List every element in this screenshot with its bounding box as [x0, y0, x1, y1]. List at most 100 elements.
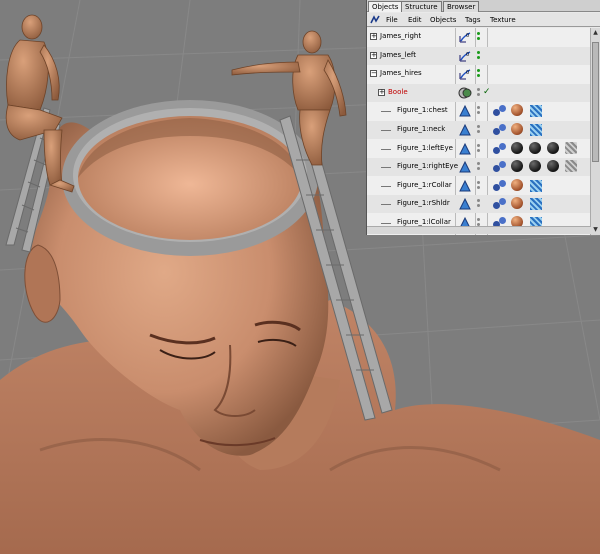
visibility-dot-icon[interactable]	[477, 74, 480, 78]
phong-icon[interactable]	[493, 160, 507, 174]
visibility-dot-icon[interactable]	[477, 50, 480, 54]
polygon-icon[interactable]	[458, 104, 472, 118]
object-name[interactable]: Figure_1:rightEye	[397, 161, 458, 171]
bone-icon[interactable]: 0	[458, 49, 472, 63]
menu-objects[interactable]: Objects	[430, 15, 456, 25]
uvw-icon[interactable]	[529, 123, 543, 137]
tree-row[interactable]: Figure_1:neck	[367, 121, 600, 139]
material-striped-icon[interactable]	[565, 160, 579, 174]
menu-edit[interactable]: Edit	[408, 15, 422, 25]
menu-file[interactable]: File	[386, 15, 398, 25]
tree-row[interactable]: + James_left 0	[367, 46, 600, 65]
vertical-scrollbar[interactable]: ▲ ▼	[590, 28, 600, 235]
scroll-down-icon[interactable]: ▼	[591, 225, 600, 235]
visibility-dots[interactable]	[477, 180, 480, 191]
tab-browser[interactable]: Browser	[443, 1, 480, 12]
material-orange-icon[interactable]	[511, 104, 525, 118]
visibility-dot-icon[interactable]	[477, 106, 480, 110]
uvw-icon[interactable]	[529, 104, 543, 118]
visibility-dot-icon[interactable]	[477, 162, 480, 166]
object-name[interactable]: Figure_1:neck	[397, 124, 445, 134]
uvw-icon[interactable]	[529, 179, 543, 193]
polygon-icon[interactable]	[458, 142, 472, 156]
material-orange-icon[interactable]	[511, 178, 525, 193]
visibility-dot-icon[interactable]	[477, 32, 480, 35]
material-dark-icon[interactable]	[529, 141, 543, 156]
scroll-thumb[interactable]	[592, 42, 599, 162]
object-name[interactable]: Figure_1:rShldr	[397, 198, 450, 208]
tree-row[interactable]: Figure_1:rShldr	[367, 195, 600, 214]
tree-row[interactable]: Figure_1:rCollar	[367, 177, 600, 195]
polygon-icon[interactable]	[458, 179, 472, 193]
material-orange-icon[interactable]	[511, 197, 525, 211]
visibility-dot-icon[interactable]	[477, 37, 480, 40]
visibility-dot-icon[interactable]	[477, 55, 480, 59]
material-dark-icon[interactable]	[547, 160, 561, 174]
material-dark-icon[interactable]	[547, 141, 561, 156]
visibility-dot-icon[interactable]	[477, 125, 480, 128]
object-name[interactable]: Boole	[388, 87, 408, 97]
visibility-dot-icon[interactable]	[477, 199, 480, 203]
menu-tags[interactable]: Tags	[465, 15, 481, 25]
material-dark-icon[interactable]	[511, 141, 525, 156]
phong-icon[interactable]	[493, 179, 507, 193]
menu-texture[interactable]: Texture	[490, 15, 516, 25]
visibility-dot-icon[interactable]	[477, 185, 480, 189]
expand-icon[interactable]: +	[370, 33, 377, 40]
bone-icon[interactable]: 0	[458, 30, 472, 44]
object-name[interactable]: James_right	[380, 31, 421, 41]
visibility-dots[interactable]	[477, 32, 480, 42]
visibility-dot-icon[interactable]	[477, 143, 480, 147]
visibility-dots[interactable]	[477, 143, 480, 154]
visibility-dot-icon[interactable]	[477, 180, 480, 184]
visibility-dots[interactable]	[477, 125, 480, 135]
collapse-icon[interactable]: −	[370, 70, 377, 78]
tree-row[interactable]: + Boole ✓	[367, 83, 600, 102]
polygon-icon[interactable]	[458, 197, 472, 211]
tree-row[interactable]: Figure_1:rightEye	[367, 158, 600, 177]
material-dark-icon[interactable]	[529, 160, 543, 174]
uvw-icon[interactable]	[529, 197, 543, 211]
tab-objects[interactable]: Objects	[368, 1, 403, 12]
visibility-dots[interactable]	[477, 87, 480, 98]
tree-row[interactable]: − James_hires 0	[367, 65, 600, 83]
bone-icon[interactable]: 0	[458, 67, 472, 81]
object-name[interactable]: James_left	[380, 50, 416, 60]
visibility-dot-icon[interactable]	[477, 130, 480, 133]
tab-structure[interactable]: Structure	[401, 1, 442, 12]
visibility-dot-icon[interactable]	[477, 167, 480, 171]
tree-row[interactable]: + James_right 0	[367, 28, 600, 46]
expand-icon[interactable]: +	[370, 51, 377, 59]
object-name[interactable]: Figure_1:chest	[397, 105, 448, 115]
phong-icon[interactable]	[493, 123, 507, 137]
tree-row[interactable]: Figure_1:chest	[367, 102, 600, 120]
object-name[interactable]: James_hires	[380, 68, 422, 78]
horizontal-scrollbar[interactable]	[367, 226, 591, 234]
visibility-dot-icon[interactable]	[477, 218, 480, 221]
scroll-up-icon[interactable]: ▲	[591, 28, 600, 38]
object-name[interactable]: Figure_1:rCollar	[397, 180, 452, 190]
polygon-icon[interactable]	[458, 160, 472, 174]
visibility-dot-icon[interactable]	[477, 204, 480, 208]
material-orange-icon[interactable]	[511, 123, 525, 137]
visibility-dot-icon[interactable]	[477, 148, 480, 152]
material-striped-icon[interactable]	[565, 141, 579, 156]
enabled-check-icon[interactable]: ✓	[483, 86, 491, 98]
visibility-dots[interactable]	[477, 162, 480, 172]
visibility-dot-icon[interactable]	[477, 69, 480, 73]
visibility-dot-icon[interactable]	[477, 92, 480, 96]
visibility-dots[interactable]	[477, 50, 480, 61]
phong-icon[interactable]	[493, 104, 507, 118]
boole-icon[interactable]	[458, 86, 472, 100]
phong-icon[interactable]	[493, 142, 507, 156]
polygon-icon[interactable]	[458, 123, 472, 137]
visibility-dots[interactable]	[477, 199, 480, 209]
phong-icon[interactable]	[493, 197, 507, 211]
visibility-dot-icon[interactable]	[477, 111, 480, 115]
visibility-dot-icon[interactable]	[477, 87, 480, 91]
visibility-dots[interactable]	[477, 69, 480, 79]
visibility-dots[interactable]	[477, 106, 480, 116]
app-logo-icon[interactable]	[370, 15, 380, 25]
material-dark-icon[interactable]	[511, 160, 525, 174]
expand-icon[interactable]: +	[378, 88, 385, 96]
